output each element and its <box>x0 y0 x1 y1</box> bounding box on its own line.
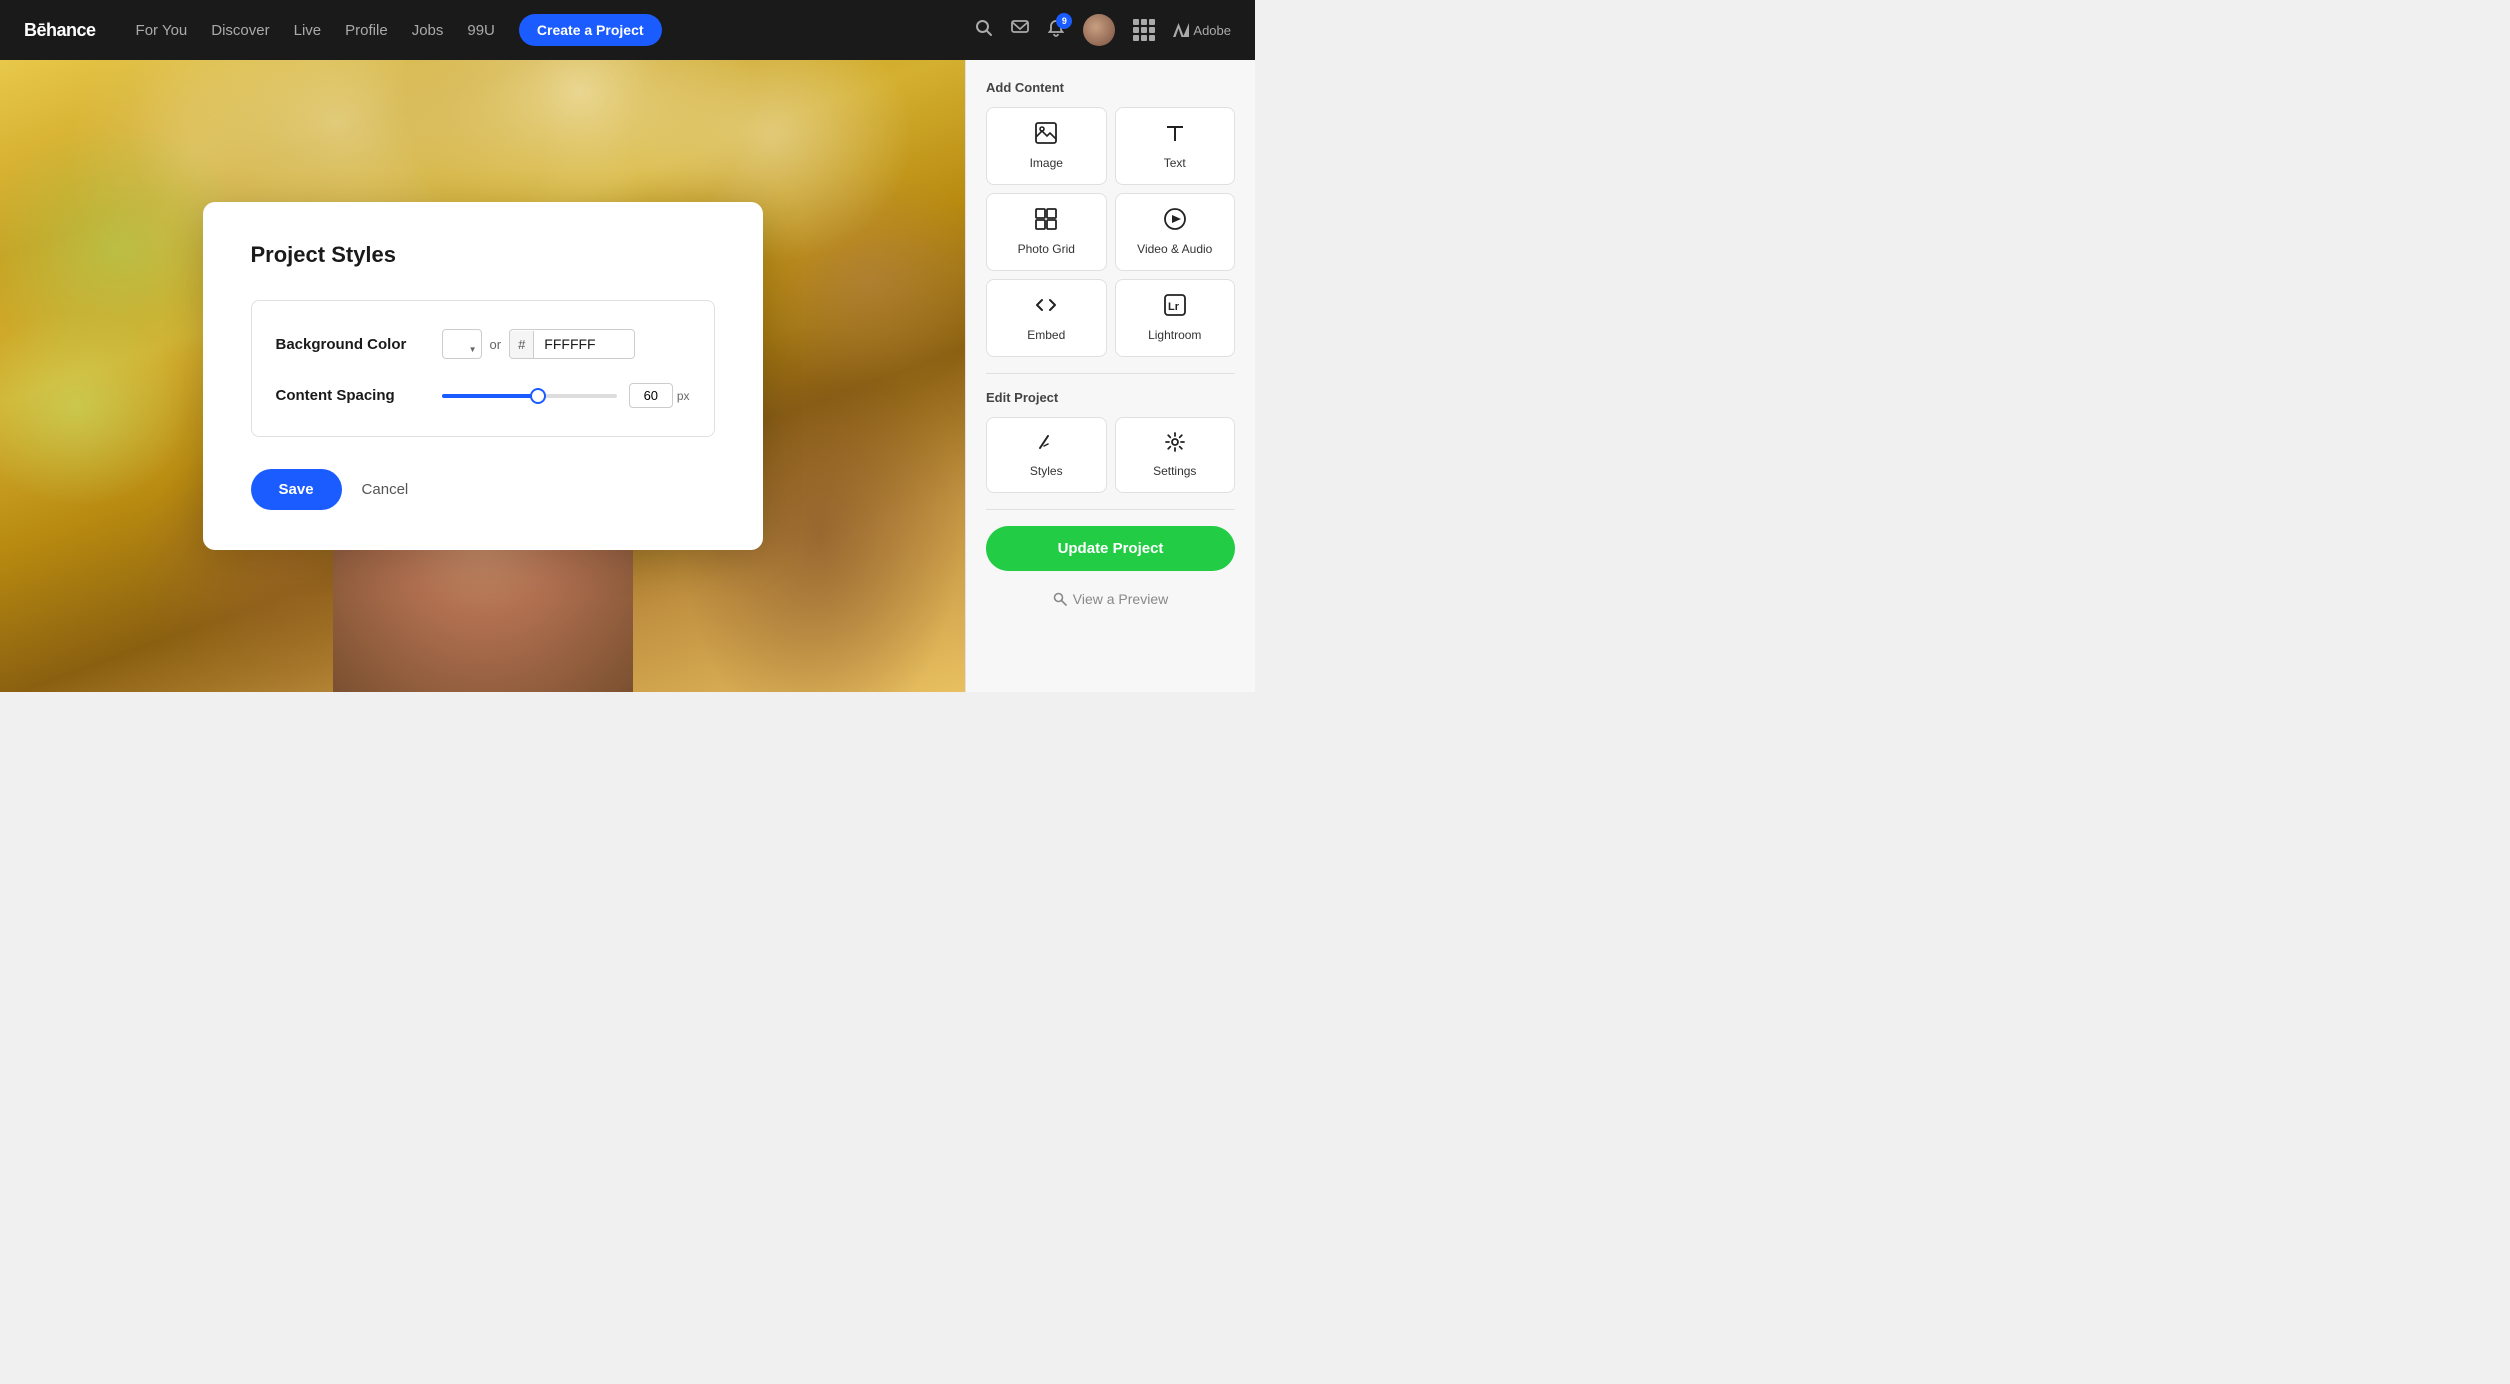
background-color-label: Background Color <box>276 336 426 353</box>
modal-overlay: Project Styles Background Color ▼ or # <box>0 60 965 692</box>
styles-icon <box>1036 432 1056 458</box>
messages-icon[interactable] <box>1011 19 1029 42</box>
hex-input-wrap: # <box>509 329 635 359</box>
sidebar-item-photo-grid[interactable]: Photo Grid <box>986 193 1107 271</box>
main-layout: Project Styles Background Color ▼ or # <box>0 60 1255 692</box>
text-label: Text <box>1164 156 1186 170</box>
content-spacing-label: Content Spacing <box>276 387 426 404</box>
hex-hash: # <box>510 331 534 358</box>
hex-input[interactable] <box>534 330 634 358</box>
slider-unit: px <box>677 389 690 403</box>
navbar: Bēhance For You Discover Live Profile Jo… <box>0 0 1255 60</box>
project-styles-modal: Project Styles Background Color ▼ or # <box>203 202 763 550</box>
image-label: Image <box>1030 156 1063 170</box>
preview-button[interactable]: View a Preview <box>986 591 1235 607</box>
add-content-title: Add Content <box>986 80 1235 95</box>
image-icon <box>1035 122 1057 150</box>
text-icon <box>1164 122 1186 150</box>
slider-value-input[interactable] <box>629 383 673 408</box>
sidebar-item-embed[interactable]: Embed <box>986 279 1107 357</box>
lightroom-label: Lightroom <box>1148 328 1201 342</box>
notifications-icon[interactable]: 9 <box>1047 19 1065 42</box>
cancel-button[interactable]: Cancel <box>362 481 409 498</box>
modal-title: Project Styles <box>251 242 715 268</box>
nav-discover[interactable]: Discover <box>211 22 269 39</box>
nav-jobs[interactable]: Jobs <box>412 22 444 39</box>
modal-body: Background Color ▼ or # <box>251 300 715 437</box>
slider-wrap: px <box>442 383 690 408</box>
add-content-grid: Image Text <box>986 107 1235 357</box>
sidebar-item-styles[interactable]: Styles <box>986 417 1107 493</box>
sidebar: Add Content Image <box>965 60 1255 692</box>
sidebar-item-video-audio[interactable]: Video & Audio <box>1115 193 1236 271</box>
edit-project-section: Edit Project Styles <box>986 390 1235 493</box>
slider-fill <box>442 394 538 398</box>
nav-live[interactable]: Live <box>294 22 322 39</box>
sidebar-item-image[interactable]: Image <box>986 107 1107 185</box>
styles-label: Styles <box>1030 464 1063 478</box>
photo-grid-icon <box>1035 208 1057 236</box>
slider-track[interactable] <box>442 394 617 398</box>
settings-label: Settings <box>1153 464 1196 478</box>
lightroom-icon: Lr <box>1164 294 1186 322</box>
or-label: or <box>490 337 502 352</box>
slider-thumb[interactable] <box>530 388 546 404</box>
nav-right: 9 Adobe <box>975 14 1231 46</box>
sidebar-item-text[interactable]: Text <box>1115 107 1236 185</box>
adobe-logo: Adobe <box>1173 23 1231 38</box>
edit-project-grid: Styles Settings <box>986 417 1235 493</box>
save-button[interactable]: Save <box>251 469 342 510</box>
slider-value-wrap: px <box>629 383 690 408</box>
nav-links: For You Discover Live Profile Jobs 99U C… <box>136 14 948 46</box>
sidebar-item-settings[interactable]: Settings <box>1115 417 1236 493</box>
settings-icon <box>1165 432 1185 458</box>
update-project-button[interactable]: Update Project <box>986 526 1235 571</box>
nav-99u[interactable]: 99U <box>467 22 495 39</box>
logo[interactable]: Bēhance <box>24 20 96 41</box>
svg-text:Lr: Lr <box>1168 301 1180 313</box>
modal-actions: Save Cancel <box>251 469 715 510</box>
apps-grid-icon[interactable] <box>1133 19 1155 41</box>
sidebar-item-lightroom[interactable]: Lr Lightroom <box>1115 279 1236 357</box>
video-audio-label: Video & Audio <box>1137 242 1212 256</box>
preview-search-icon <box>1053 592 1067 606</box>
add-content-section: Add Content Image <box>986 80 1235 357</box>
embed-icon <box>1035 294 1057 322</box>
background-color-row: Background Color ▼ or # <box>276 329 690 359</box>
embed-label: Embed <box>1027 328 1065 342</box>
create-project-button[interactable]: Create a Project <box>519 14 662 46</box>
color-swatch-arrow-icon: ▼ <box>469 345 477 354</box>
edit-project-title: Edit Project <box>986 390 1235 405</box>
color-swatch[interactable]: ▼ <box>442 329 482 359</box>
nav-for-you[interactable]: For You <box>136 22 188 39</box>
notification-badge: 9 <box>1056 13 1072 29</box>
content-spacing-row: Content Spacing px <box>276 383 690 408</box>
avatar[interactable] <box>1083 14 1115 46</box>
sidebar-divider-2 <box>986 509 1235 510</box>
canvas-area: Project Styles Background Color ▼ or # <box>0 60 965 692</box>
search-icon[interactable] <box>975 19 993 42</box>
nav-profile[interactable]: Profile <box>345 22 388 39</box>
photo-grid-label: Photo Grid <box>1018 242 1075 256</box>
sidebar-divider <box>986 373 1235 374</box>
video-icon <box>1164 208 1186 236</box>
color-swatch-wrap: ▼ or # <box>442 329 636 359</box>
